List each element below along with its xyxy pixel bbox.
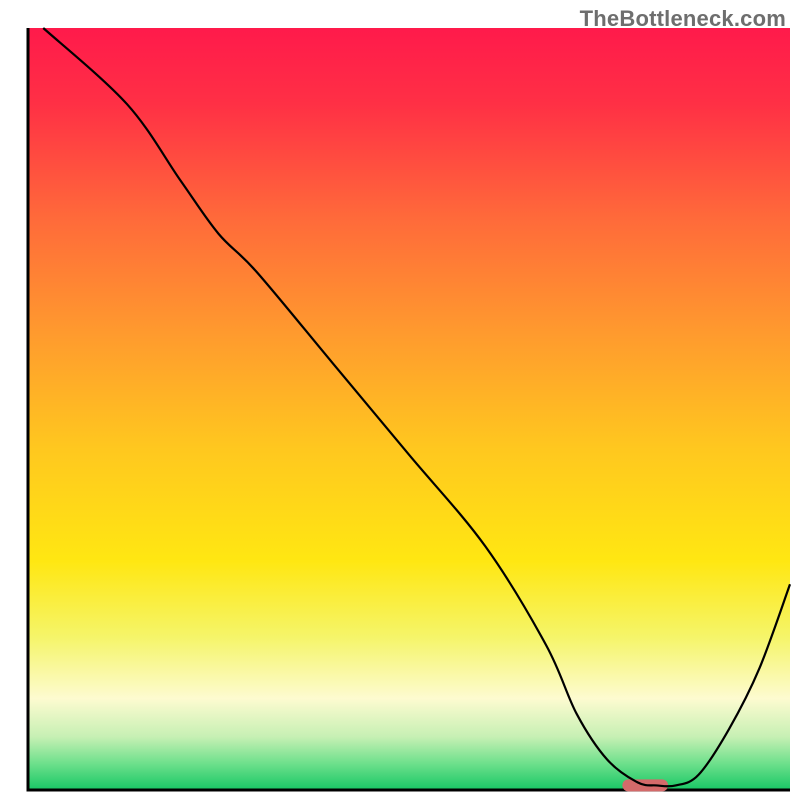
bottleneck-chart — [0, 0, 800, 800]
plot-background — [28, 28, 790, 790]
chart-container: TheBottleneck.com — [0, 0, 800, 800]
